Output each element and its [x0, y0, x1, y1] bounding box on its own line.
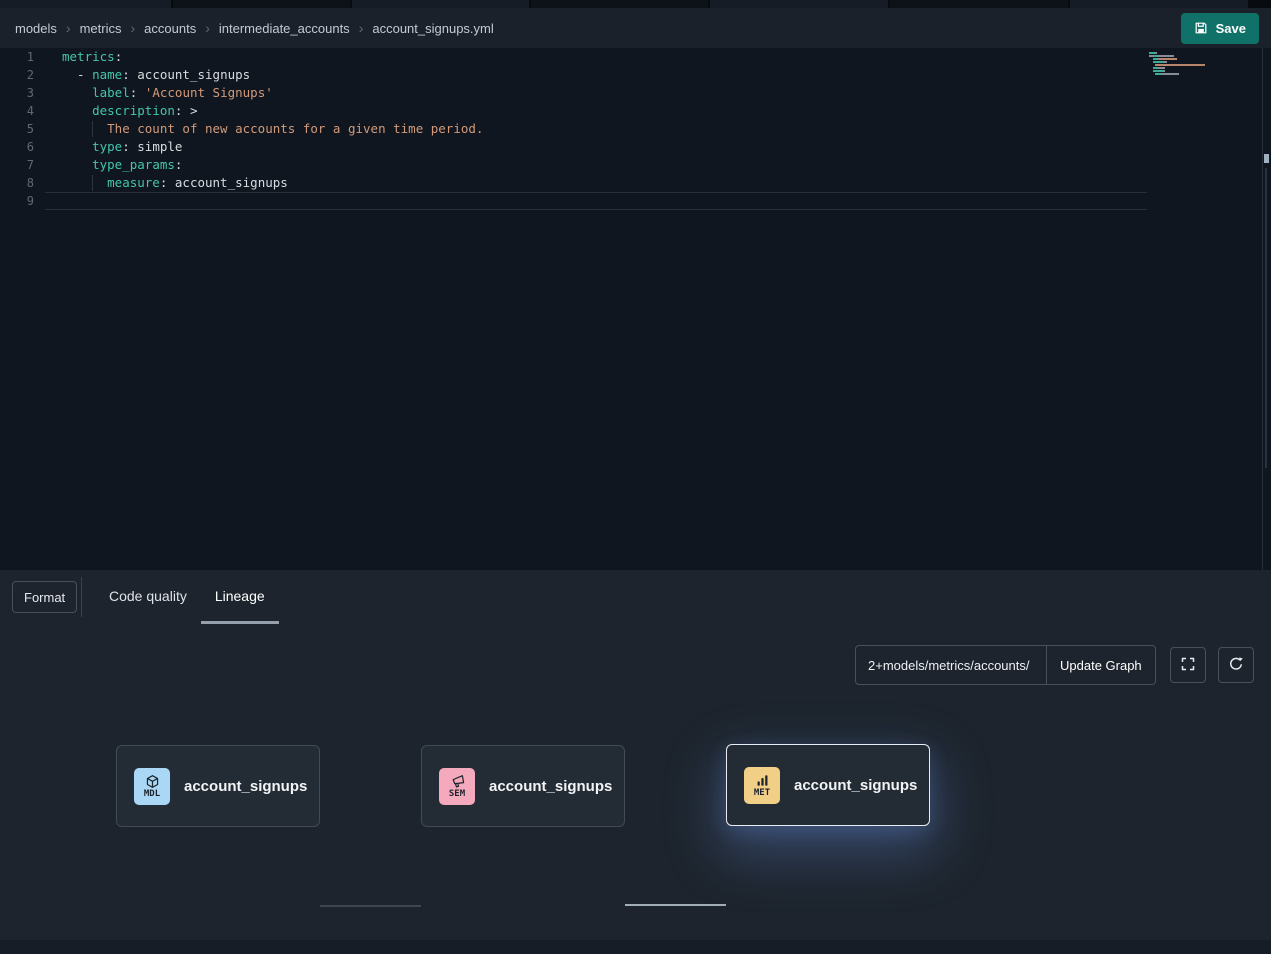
line-number: 5: [0, 120, 34, 138]
tab-lineage[interactable]: Lineage: [201, 570, 279, 624]
node-label: account_signups: [794, 777, 917, 794]
refresh-button[interactable]: [1218, 647, 1254, 683]
line-number: 3: [0, 84, 34, 102]
lineage-selector-group: Update Graph: [855, 645, 1156, 685]
editor-scrollbar[interactable]: [1262, 48, 1271, 570]
code-editor[interactable]: 1metrics:2 - name: account_signups3 labe…: [0, 48, 1271, 570]
editor-tabs-strip: [0, 0, 1271, 8]
code-text: label: 'Account Signups': [45, 84, 1147, 102]
breadcrumb-item[interactable]: metrics: [80, 21, 122, 36]
panel-tabs: Code qualityLineage: [95, 570, 279, 624]
code-line[interactable]: 8 measure: account_signups: [0, 174, 1271, 192]
save-label: Save: [1216, 21, 1246, 36]
lineage-selector-input[interactable]: [855, 645, 1047, 685]
line-number: 1: [0, 48, 34, 66]
editor-tab[interactable]: [173, 0, 350, 8]
lineage-edge: [320, 905, 421, 907]
chevron-right-icon: ›: [66, 20, 71, 36]
fullscreen-icon: [1180, 656, 1196, 675]
lineage-edge: [625, 904, 726, 906]
bottom-panel: Format Code qualityLineage Update Graph …: [0, 570, 1271, 954]
code-text: metrics:: [45, 48, 1147, 66]
code-text: description: >: [45, 102, 1147, 120]
panel-header-divider: [81, 577, 82, 617]
format-button[interactable]: Format: [12, 581, 77, 613]
metric-icon: MET: [744, 767, 780, 804]
editor-tab[interactable]: [1070, 0, 1248, 8]
lineage-canvas[interactable]: MDL account_signups SEM account_signups MET a…: [0, 690, 1271, 940]
scroll-position-marker: [1264, 154, 1269, 163]
line-number: 7: [0, 156, 34, 174]
semantic-model-icon: SEM: [439, 768, 475, 805]
code-text: - name: account_signups: [45, 66, 1147, 84]
code-text: type: simple: [45, 138, 1147, 156]
tab-code-quality[interactable]: Code quality: [95, 570, 201, 624]
node-label: account_signups: [489, 778, 612, 795]
fullscreen-button[interactable]: [1170, 647, 1206, 683]
code-line[interactable]: 3 label: 'Account Signups': [0, 84, 1271, 102]
minimap[interactable]: [1149, 52, 1211, 78]
line-number: 2: [0, 66, 34, 84]
code-line[interactable]: 7 type_params:: [0, 156, 1271, 174]
scrollbar-thumb[interactable]: [1265, 168, 1267, 468]
save-icon: [1194, 21, 1208, 35]
breadcrumb-item[interactable]: account_signups.yml: [372, 21, 493, 36]
model-icon: MDL: [134, 768, 170, 805]
editor-tab[interactable]: [352, 0, 529, 8]
refresh-icon: [1228, 656, 1244, 675]
line-number: 6: [0, 138, 34, 156]
lineage-node-met[interactable]: MET account_signups: [726, 744, 930, 826]
breadcrumb-item[interactable]: models: [15, 21, 57, 36]
editor-tab[interactable]: [890, 0, 1068, 8]
breadcrumb-bar: models › metrics › accounts › intermediate_acc…: [0, 8, 1271, 48]
indent-guide: [92, 121, 93, 137]
app-root: models › metrics › accounts › intermediate_acc…: [0, 0, 1271, 954]
node-label: account_signups: [184, 778, 307, 795]
indent-guide: [92, 175, 93, 191]
breadcrumb-item[interactable]: accounts: [144, 21, 196, 36]
code-lines: 1metrics:2 - name: account_signups3 labe…: [0, 48, 1271, 210]
lineage-node-sem[interactable]: SEM account_signups: [421, 745, 625, 827]
chevron-right-icon: ›: [359, 20, 364, 36]
code-line[interactable]: 2 - name: account_signups: [0, 66, 1271, 84]
editor-tab[interactable]: [0, 0, 171, 8]
update-graph-button[interactable]: Update Graph: [1047, 645, 1156, 685]
footer-strip: [0, 940, 1271, 954]
line-number: 4: [0, 102, 34, 120]
lineage-node-mdl[interactable]: MDL account_signups: [116, 745, 320, 827]
save-button[interactable]: Save: [1181, 13, 1259, 44]
code-text: The count of new accounts for a given ti…: [45, 120, 1147, 138]
editor-tab[interactable]: [710, 0, 888, 8]
chevron-right-icon: ›: [205, 20, 210, 36]
code-line[interactable]: 9: [0, 192, 1271, 210]
line-number: 8: [0, 174, 34, 192]
code-text: measure: account_signups: [45, 174, 1147, 192]
code-line[interactable]: 5 The count of new accounts for a given …: [0, 120, 1271, 138]
breadcrumb-item[interactable]: intermediate_accounts: [219, 21, 350, 36]
editor-tab[interactable]: [531, 0, 708, 8]
code-line[interactable]: 4 description: >: [0, 102, 1271, 120]
code-text: type_params:: [45, 156, 1147, 174]
line-number: 9: [0, 192, 34, 210]
breadcrumb: models › metrics › accounts › intermediate_acc…: [15, 20, 494, 36]
code-line[interactable]: 6 type: simple: [0, 138, 1271, 156]
chevron-right-icon: ›: [130, 20, 135, 36]
code-text: [45, 192, 1147, 210]
code-line[interactable]: 1 metrics:: [0, 48, 1271, 66]
